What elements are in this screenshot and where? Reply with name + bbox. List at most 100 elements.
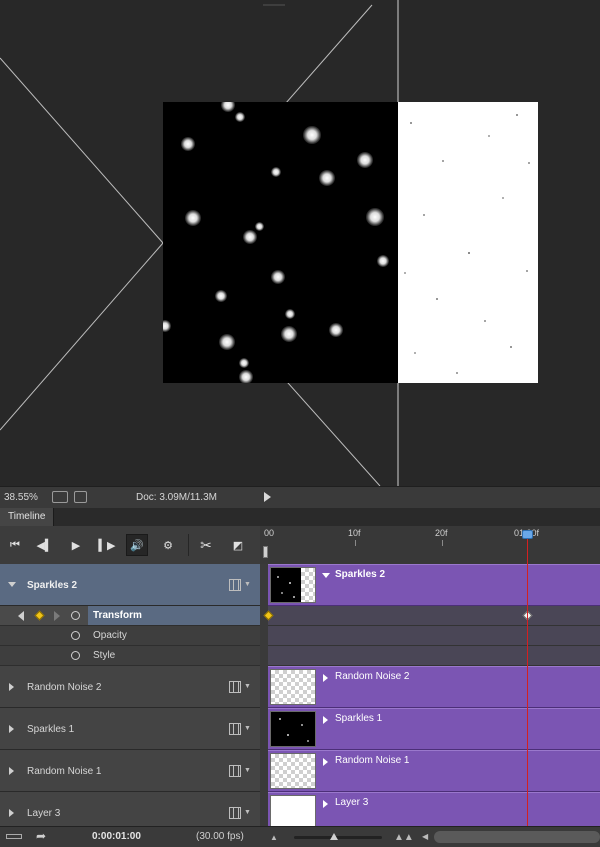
zoom-out-icon[interactable]: ▲ bbox=[270, 833, 278, 842]
audio-icon[interactable]: 🔊 bbox=[126, 534, 148, 556]
track-area: Sparkles 2 Random Noise 2 Sparkles 1 Ran… bbox=[260, 564, 600, 826]
divider bbox=[188, 534, 189, 556]
property-row-style[interactable]: Style bbox=[0, 646, 260, 666]
keyframe-diamond-icon[interactable] bbox=[263, 610, 274, 621]
next-keyframe-icon[interactable] bbox=[54, 611, 60, 621]
layer-name: Random Noise 1 bbox=[27, 766, 102, 777]
sparkles-layer-preview bbox=[163, 102, 398, 383]
tick-label: 20f bbox=[435, 528, 448, 538]
clip-random-noise-2[interactable]: Random Noise 2 bbox=[268, 666, 600, 708]
playhead-handle[interactable] bbox=[522, 530, 533, 539]
expand-arrow-icon[interactable] bbox=[9, 767, 14, 775]
expand-arrow-icon[interactable] bbox=[323, 674, 328, 682]
horizontal-scrollbar[interactable] bbox=[434, 831, 600, 843]
zoom-slider[interactable] bbox=[294, 836, 382, 839]
clip-random-noise-1[interactable]: Random Noise 1 bbox=[268, 750, 600, 792]
next-frame-icon[interactable]: ▍▶ bbox=[96, 534, 118, 556]
zoom-in-icon[interactable]: ▲▲ bbox=[394, 832, 414, 843]
timeline-footer: ➦ 0:00:01:00 (30.00 fps) ▲ ▲▲ ◀ bbox=[0, 826, 600, 847]
chevron-down-icon[interactable]: ▼ bbox=[244, 683, 251, 690]
status-menu-arrow-icon[interactable] bbox=[264, 492, 271, 502]
work-area-start-handle[interactable] bbox=[263, 546, 268, 558]
opacity-track[interactable] bbox=[268, 626, 600, 646]
clip-thumbnail bbox=[270, 567, 316, 603]
property-name: Transform bbox=[93, 610, 142, 621]
transition-icon[interactable]: ◩ bbox=[227, 534, 249, 556]
tick-label: 00 bbox=[264, 528, 275, 538]
document-size: Doc: 3.09M/11.3M bbox=[136, 492, 217, 503]
scroll-left-icon[interactable]: ◀ bbox=[422, 832, 428, 841]
playback-controls: ⏮ ◀▍ ▶ ▍▶ 🔊 ⚙ ✂ ◩ bbox=[0, 526, 260, 565]
zoom-level[interactable]: 38.55% bbox=[4, 492, 38, 503]
clip-name: Layer 3 bbox=[335, 797, 369, 808]
expand-arrow-icon[interactable] bbox=[323, 758, 328, 766]
style-track[interactable] bbox=[268, 646, 600, 666]
clip-sparkles-2[interactable]: Sparkles 2 bbox=[268, 564, 600, 606]
frame-rate: (30.00 fps) bbox=[196, 831, 244, 842]
timeline-panel-tabs: Timeline bbox=[0, 508, 600, 527]
film-icon[interactable] bbox=[229, 681, 241, 693]
share-icon[interactable] bbox=[74, 491, 87, 503]
clip-name: Random Noise 2 bbox=[335, 671, 410, 682]
clip-name: Sparkles 1 bbox=[335, 713, 383, 724]
layer-row-sparkles-2[interactable]: Sparkles 2 ▼ bbox=[0, 564, 260, 606]
film-icon[interactable] bbox=[229, 579, 241, 591]
previous-frame-icon[interactable]: ◀▍ bbox=[34, 534, 56, 556]
clip-thumbnail bbox=[270, 711, 316, 747]
play-icon[interactable]: ▶ bbox=[65, 534, 87, 556]
layer-name: Sparkles 1 bbox=[27, 724, 75, 735]
expand-arrow-icon[interactable] bbox=[323, 800, 328, 808]
layer-row-layer-3[interactable]: Layer 3 ▼ bbox=[0, 792, 260, 826]
layer-row-random-noise-2[interactable]: Random Noise 2 ▼ bbox=[0, 666, 260, 708]
tab-timeline[interactable]: Timeline bbox=[0, 508, 55, 526]
status-bar: 38.55% Doc: 3.09M/11.3M bbox=[0, 486, 600, 509]
expand-arrow-icon[interactable] bbox=[9, 683, 14, 691]
stopwatch-icon[interactable] bbox=[71, 631, 80, 640]
chevron-down-icon[interactable]: ▼ bbox=[244, 725, 251, 732]
transform-track[interactable] bbox=[263, 606, 600, 626]
property-row-opacity[interactable]: Opacity bbox=[0, 626, 260, 646]
chevron-down-icon[interactable]: ▼ bbox=[244, 809, 251, 816]
layer-row-sparkles-1[interactable]: Sparkles 1 ▼ bbox=[0, 708, 260, 750]
collapse-arrow-icon[interactable] bbox=[8, 582, 16, 587]
zoom-slider-thumb[interactable] bbox=[330, 833, 338, 840]
expand-arrow-icon[interactable] bbox=[323, 716, 328, 724]
expand-arrow-icon[interactable] bbox=[9, 725, 14, 733]
layer-row-random-noise-1[interactable]: Random Noise 1 ▼ bbox=[0, 750, 260, 792]
chevron-down-icon[interactable]: ▼ bbox=[244, 767, 251, 774]
convert-frame-animation-icon[interactable] bbox=[6, 834, 22, 839]
playhead-line bbox=[527, 530, 528, 826]
collapse-arrow-icon[interactable] bbox=[322, 573, 330, 578]
tick-label: 10f bbox=[348, 528, 361, 538]
current-time[interactable]: 0:00:01:00 bbox=[92, 831, 141, 842]
render-video-icon[interactable]: ➦ bbox=[36, 829, 46, 843]
previous-keyframe-icon[interactable] bbox=[18, 611, 24, 621]
film-icon[interactable] bbox=[229, 765, 241, 777]
property-name: Style bbox=[93, 650, 116, 661]
clip-thumbnail bbox=[270, 669, 316, 705]
noise-layer-preview bbox=[398, 102, 538, 383]
film-icon[interactable] bbox=[229, 807, 241, 819]
time-ruler[interactable]: 00 10f 20f 01:00f bbox=[260, 526, 600, 565]
go-to-first-frame-icon[interactable]: ⏮ bbox=[4, 534, 26, 556]
document-canvas[interactable] bbox=[0, 0, 600, 486]
proof-setup-icon[interactable] bbox=[52, 491, 68, 503]
layer-name: Sparkles 2 bbox=[27, 580, 78, 591]
settings-gear-icon[interactable]: ⚙ bbox=[157, 534, 179, 556]
expand-arrow-icon[interactable] bbox=[9, 809, 14, 817]
layer-name: Random Noise 2 bbox=[27, 682, 102, 693]
film-icon[interactable] bbox=[229, 723, 241, 735]
layer-list: Sparkles 2 ▼ Transform Opacity Style Ran… bbox=[0, 564, 260, 826]
stopwatch-icon[interactable] bbox=[71, 611, 80, 620]
property-name: Opacity bbox=[93, 630, 127, 641]
clip-sparkles-1[interactable]: Sparkles 1 bbox=[268, 708, 600, 750]
stopwatch-icon[interactable] bbox=[71, 651, 80, 660]
split-scissors-icon[interactable]: ✂ bbox=[195, 534, 217, 556]
add-keyframe-icon[interactable] bbox=[34, 610, 45, 621]
property-row-transform[interactable]: Transform bbox=[0, 606, 260, 626]
clip-name: Sparkles 2 bbox=[335, 569, 386, 580]
clip-layer-3[interactable]: Layer 3 bbox=[268, 792, 600, 826]
chevron-down-icon[interactable]: ▼ bbox=[244, 581, 251, 588]
clip-name: Random Noise 1 bbox=[335, 755, 410, 766]
clip-thumbnail bbox=[270, 795, 316, 826]
